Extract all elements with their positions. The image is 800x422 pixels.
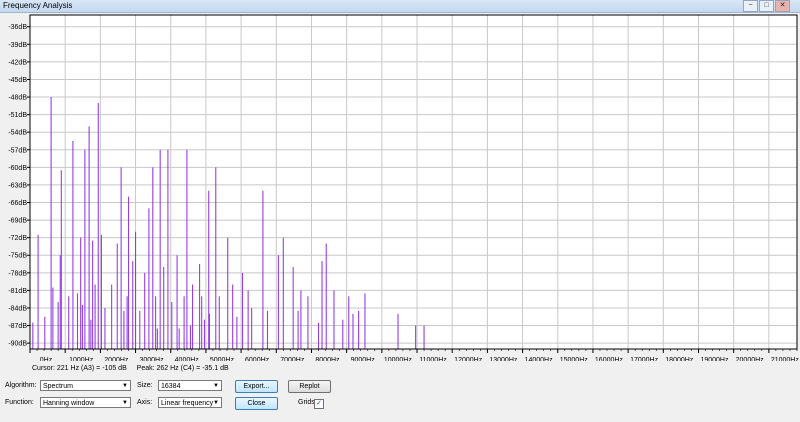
minimize-icon[interactable]: −: [743, 0, 758, 12]
chevron-down-icon: ▼: [122, 400, 128, 406]
controls-row-1: Algorithm: Spectrum ▼ Size: 16384 ▼ Expo…: [0, 380, 800, 394]
replot-button[interactable]: Replot: [288, 380, 331, 393]
close-button[interactable]: Close: [235, 397, 278, 410]
x-tick-label: 10000Hz: [384, 357, 413, 361]
x-tick-label: 1000Hz: [69, 357, 94, 361]
x-tick-label: 5000Hz: [210, 357, 235, 361]
grids-checkbox[interactable]: ✓: [314, 399, 324, 409]
chevron-down-icon: ▼: [213, 400, 219, 406]
spectrum-plot[interactable]: -36dB -39dB -42dB -45dB -48dB -51dB -54dB -57dB…: [0, 13, 800, 361]
x-tick-label: 14000Hz: [525, 357, 554, 361]
chevron-down-icon: ▼: [122, 383, 128, 389]
y-tick-label: -90dB: [8, 341, 27, 348]
algorithm-value: Spectrum: [43, 383, 73, 390]
x-tick-label: 3000Hz: [139, 357, 164, 361]
maximize-icon[interactable]: □: [759, 0, 774, 12]
size-select[interactable]: 16384 ▼: [158, 380, 222, 391]
y-tick-label: -72dB: [8, 235, 27, 242]
y-tick-label: -42dB: [8, 59, 27, 66]
y-tick-label: -48dB: [8, 95, 27, 102]
y-tick-label: -36dB: [8, 24, 27, 31]
x-tick-label: 21000Hz: [771, 357, 800, 361]
x-tick-label: 11000Hz: [419, 357, 447, 361]
size-value: 16384: [161, 383, 181, 390]
title-bar: Frequency Analysis − □ ✕: [0, 0, 800, 13]
y-tick-label: -54dB: [8, 130, 27, 137]
y-tick-label: -66dB: [8, 200, 27, 207]
status-line: Cursor: 221 Hz (A3) = -105 dB Peak: 262 …: [32, 365, 229, 372]
y-tick-label: -78dB: [8, 270, 27, 277]
axis-label: Axis:: [137, 399, 153, 406]
peak-readout: Peak: 262 Hz (C4) = -35.1 dB: [136, 365, 229, 372]
y-tick-label: -81dB: [8, 288, 27, 295]
window-title: Frequency Analysis: [3, 1, 73, 10]
x-tick-label: 17000Hz: [630, 357, 659, 361]
x-tick-label: 8000Hz: [315, 357, 340, 361]
y-tick-label: -60dB: [8, 165, 27, 172]
function-label: Function:: [5, 399, 34, 406]
y-tick-label: -57dB: [8, 147, 27, 154]
export-button[interactable]: Export...: [235, 380, 278, 393]
algorithm-select[interactable]: Spectrum ▼: [40, 380, 131, 391]
size-label: Size:: [137, 382, 153, 389]
y-tick-label: -51dB: [8, 112, 27, 119]
x-tick-label: 15000Hz: [560, 357, 589, 361]
spectrum-chart[interactable]: -36dB -39dB -42dB -45dB -48dB -51dB -54dB -57dB…: [0, 13, 800, 361]
axis-select[interactable]: Linear frequency ▼: [158, 397, 222, 408]
chevron-down-icon: ▼: [213, 383, 219, 389]
y-tick-label: -45dB: [8, 77, 27, 84]
grids-label: Grids: [298, 399, 315, 406]
x-tick-label: 9000Hz: [351, 357, 376, 361]
x-tick-label: 2000Hz: [104, 357, 129, 361]
x-tick-label: 12000Hz: [454, 357, 483, 361]
x-tick-label: 6000Hz: [245, 357, 270, 361]
controls-row-2: Function: Hanning window ▼ Axis: Linear …: [0, 397, 800, 411]
x-tick-label: 4000Hz: [175, 357, 200, 361]
axis-value: Linear frequency: [161, 400, 214, 407]
function-select[interactable]: Hanning window ▼: [40, 397, 131, 408]
y-tick-label: -69dB: [8, 218, 27, 225]
y-tick-label: -84dB: [8, 305, 27, 312]
y-tick-label: -75dB: [8, 253, 27, 260]
function-value: Hanning window: [43, 400, 95, 407]
x-tick-label: 7000Hz: [280, 357, 305, 361]
x-tick-label: 0Hz: [40, 357, 53, 361]
close-icon[interactable]: ✕: [775, 0, 790, 12]
x-tick-label: 20000Hz: [736, 357, 765, 361]
y-tick-label: -63dB: [8, 182, 27, 189]
x-tick-label: 18000Hz: [665, 357, 694, 361]
y-tick-label: -87dB: [8, 323, 27, 330]
algorithm-label: Algorithm:: [5, 382, 37, 389]
x-tick-label: 16000Hz: [595, 357, 624, 361]
y-tick-label: -39dB: [8, 42, 27, 49]
x-tick-label: 13000Hz: [489, 357, 518, 361]
cursor-readout: Cursor: 221 Hz (A3) = -105 dB: [32, 365, 127, 372]
x-tick-label: 19000Hz: [700, 357, 729, 361]
